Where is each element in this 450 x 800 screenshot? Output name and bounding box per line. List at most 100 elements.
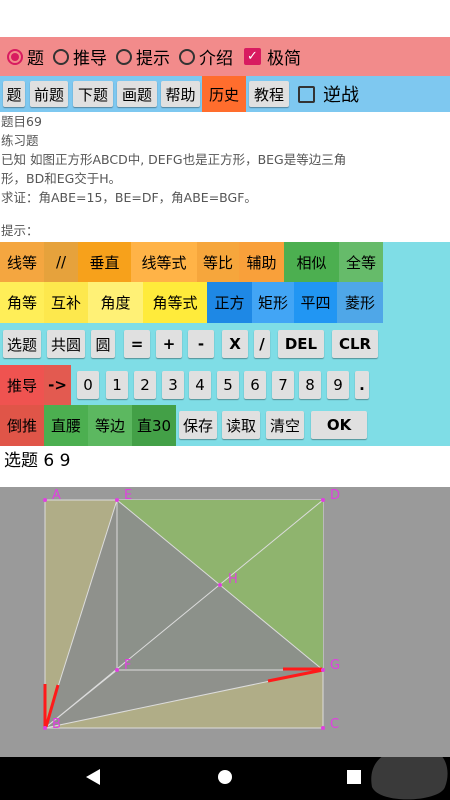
label-f: F xyxy=(124,658,131,673)
mode-bar: 题 推导 提示 介绍 ✓ 极简 xyxy=(0,37,450,76)
question-button[interactable]: 题 xyxy=(3,81,25,107)
key-angle-equation[interactable]: 角等式 xyxy=(143,282,207,323)
key-select-question[interactable]: 选题 xyxy=(3,330,41,358)
key-right-30[interactable]: 直30 xyxy=(132,405,176,446)
point-f xyxy=(115,668,119,672)
mode-radio-intro[interactable]: 介绍 xyxy=(179,44,233,69)
mode-radio-question[interactable]: 题 xyxy=(7,44,44,69)
radio-icon xyxy=(53,48,69,65)
key-digit-9[interactable]: 9 xyxy=(327,371,349,399)
key-right-isosceles[interactable]: 直腰 xyxy=(44,405,88,446)
problem-text: 题目69 练习题 已知 如图正方形ABCD中, DEFG也是正方形，BEG是等边… xyxy=(0,112,450,242)
key-plus[interactable]: + xyxy=(156,330,182,358)
geometry-diagram: A E D H F G B C xyxy=(43,488,340,732)
keypad: 线等 // 垂直 线等式 等比 辅助 相似 全等 角等 互补 角度 角等式 正方… xyxy=(0,242,450,446)
key-line-equation[interactable]: 线等式 xyxy=(131,242,197,282)
label-c: C xyxy=(330,717,339,732)
key-clear-all[interactable]: 清空 xyxy=(266,411,304,439)
key-auxiliary[interactable]: 辅助 xyxy=(239,242,284,282)
tutorial-button[interactable]: 教程 xyxy=(249,81,289,107)
radio-icon xyxy=(179,48,195,65)
key-arrow[interactable]: -> xyxy=(44,365,71,405)
output-line: 选题 6 9 xyxy=(0,446,450,487)
checkbox-icon xyxy=(298,85,315,103)
label-a: A xyxy=(52,488,61,503)
key-perpendicular[interactable]: 垂直 xyxy=(78,242,131,282)
key-digit-5[interactable]: 5 xyxy=(217,371,239,399)
key-save[interactable]: 保存 xyxy=(179,411,217,439)
key-minus[interactable]: - xyxy=(188,330,214,358)
back-icon[interactable] xyxy=(86,769,100,785)
key-digit-4[interactable]: 4 xyxy=(189,371,211,399)
key-rectangle[interactable]: 矩形 xyxy=(252,282,294,323)
key-digit-2[interactable]: 2 xyxy=(134,371,156,399)
help-button[interactable]: 帮助 xyxy=(161,81,200,107)
key-dot[interactable]: . xyxy=(355,371,369,399)
key-circle[interactable]: 圆 xyxy=(91,330,115,358)
key-load[interactable]: 读取 xyxy=(222,411,260,439)
point-e xyxy=(115,498,119,502)
label-e: E xyxy=(124,488,132,503)
floating-overlay[interactable] xyxy=(371,757,448,800)
status-bar xyxy=(0,0,450,37)
problem-prove: 求证：角ABE=15，BE=DF，角ABE=BGF。 xyxy=(1,190,257,205)
label-h: H xyxy=(228,572,238,587)
key-digit-7[interactable]: 7 xyxy=(272,371,294,399)
key-multiply[interactable]: X xyxy=(222,330,248,358)
mode-radio-derive[interactable]: 推导 xyxy=(53,44,107,69)
key-parallel[interactable]: // xyxy=(44,242,78,282)
key-angle-degree[interactable]: 角度 xyxy=(88,282,143,323)
radio-icon xyxy=(116,48,132,65)
problem-type: 练习题 xyxy=(1,133,39,148)
point-c xyxy=(321,726,325,730)
point-g xyxy=(321,668,325,672)
key-parallelogram[interactable]: 平四 xyxy=(294,282,337,323)
point-h xyxy=(218,583,222,587)
label-d: D xyxy=(330,488,340,503)
label-b: B xyxy=(52,717,61,732)
point-d xyxy=(321,498,325,502)
key-derive[interactable]: 推导 xyxy=(0,365,44,405)
key-concyclic[interactable]: 共圆 xyxy=(47,330,85,358)
key-angle-equal[interactable]: 角等 xyxy=(0,282,44,323)
home-icon[interactable] xyxy=(218,770,232,784)
key-equals[interactable]: = xyxy=(124,330,150,358)
point-b xyxy=(43,726,47,730)
checkbox-checked-icon: ✓ xyxy=(244,48,261,65)
reverse-checkbox[interactable]: 逆战 xyxy=(298,80,372,108)
key-backward[interactable]: 倒推 xyxy=(0,405,44,446)
minimal-checkbox[interactable]: ✓ 极简 xyxy=(244,44,301,69)
recents-icon[interactable] xyxy=(347,770,361,784)
key-similar[interactable]: 相似 xyxy=(284,242,339,282)
radio-selected-icon xyxy=(7,48,23,65)
key-divide[interactable]: / xyxy=(254,330,270,358)
key-digit-0[interactable]: 0 xyxy=(77,371,99,399)
problem-given-1: 已知 如图正方形ABCD中, DEFG也是正方形，BEG是等边三角 xyxy=(1,152,347,167)
geometry-canvas[interactable]: A E D H F G B C xyxy=(0,487,450,757)
nav-bar: 题 前题 下题 画题 帮助 历史 教程 逆战 xyxy=(0,76,450,112)
point-a xyxy=(43,498,47,502)
problem-given-2: 形，BD和EG交于H。 xyxy=(1,171,122,186)
key-digit-1[interactable]: 1 xyxy=(106,371,128,399)
history-button[interactable]: 历史 xyxy=(202,76,246,112)
key-ratio[interactable]: 等比 xyxy=(197,242,239,282)
key-ok[interactable]: OK xyxy=(311,411,367,439)
key-clear[interactable]: CLR xyxy=(332,330,378,358)
label-g: G xyxy=(330,658,340,673)
key-delete[interactable]: DEL xyxy=(278,330,324,358)
hint-label: 提示： xyxy=(1,223,39,238)
key-line-equal[interactable]: 线等 xyxy=(0,242,44,282)
mode-radio-hint[interactable]: 提示 xyxy=(116,44,170,69)
prev-question-button[interactable]: 前题 xyxy=(30,81,68,107)
draw-question-button[interactable]: 画题 xyxy=(117,81,157,107)
key-square[interactable]: 正方 xyxy=(207,282,252,323)
key-digit-6[interactable]: 6 xyxy=(244,371,266,399)
key-digit-8[interactable]: 8 xyxy=(299,371,321,399)
key-equilateral[interactable]: 等边 xyxy=(88,405,132,446)
problem-number: 题目69 xyxy=(1,114,42,129)
next-question-button[interactable]: 下题 xyxy=(73,81,113,107)
key-supplementary[interactable]: 互补 xyxy=(44,282,88,323)
key-rhombus[interactable]: 菱形 xyxy=(337,282,383,323)
key-congruent[interactable]: 全等 xyxy=(339,242,383,282)
key-digit-3[interactable]: 3 xyxy=(162,371,184,399)
